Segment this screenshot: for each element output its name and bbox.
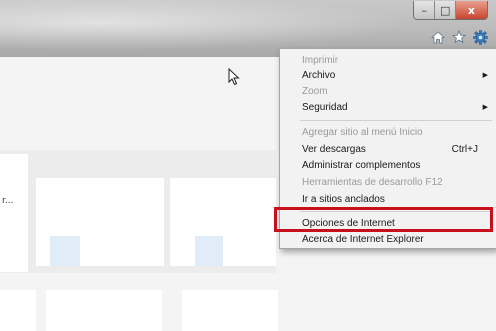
site-tile[interactable] <box>182 290 278 331</box>
site-tile-favicon <box>50 236 80 266</box>
star-icon[interactable] <box>451 29 467 45</box>
menu-item-file[interactable]: Archivo ▶ <box>302 68 488 83</box>
site-tile[interactable] <box>170 178 276 266</box>
close-button[interactable]: x <box>455 1 487 19</box>
site-tile[interactable] <box>46 290 162 331</box>
menu-item-security[interactable]: Seguridad ▶ <box>302 100 488 115</box>
site-tile[interactable] <box>0 290 36 331</box>
site-tile-caption: r... <box>2 196 14 206</box>
menu-item-label: Seguridad <box>302 102 348 113</box>
menu-item-label: Agregar sitio al menú Inicio <box>302 127 423 138</box>
browser-toolbar-icons <box>430 28 488 46</box>
maximize-button[interactable]: □ <box>435 1 456 19</box>
site-tile-favicon <box>195 236 223 266</box>
menu-item-label: Herramientas de desarrollo F12 <box>302 177 443 188</box>
menu-item-manage-addons[interactable]: Administrar complementos <box>302 158 488 173</box>
menu-separator <box>300 120 492 121</box>
menu-item-about-ie[interactable]: Acerca de Internet Explorer <box>302 232 488 247</box>
menu-item-label: Archivo <box>302 70 336 81</box>
menu-item-pinned-sites[interactable]: Ir a sitios anclados <box>302 192 488 207</box>
menu-item-zoom[interactable]: Zoom <box>302 84 488 99</box>
menu-item-label: Ver descargas <box>302 144 366 155</box>
home-icon[interactable] <box>430 29 446 45</box>
submenu-arrow-icon: ▶ <box>482 72 488 79</box>
mouse-cursor-icon <box>228 67 240 90</box>
menu-item-print[interactable]: Imprimir <box>302 53 488 68</box>
window-controls: – □ x <box>413 1 488 20</box>
submenu-arrow-icon: ▶ <box>482 104 488 111</box>
highlight-box <box>274 207 493 232</box>
menu-item-add-site-to-start[interactable]: Agregar sitio al menú Inicio <box>302 125 488 140</box>
menu-item-developer-tools[interactable]: Herramientas de desarrollo F12 <box>302 175 488 190</box>
minimize-button[interactable]: – <box>414 1 436 19</box>
menu-item-label: Administrar complementos <box>302 160 421 171</box>
menu-item-label: Acerca de Internet Explorer <box>302 234 424 245</box>
menu-item-label: Imprimir <box>302 55 339 66</box>
site-tile[interactable] <box>0 154 28 272</box>
menu-item-label: Ir a sitios anclados <box>302 194 385 205</box>
menu-item-shortcut: Ctrl+J <box>451 144 478 155</box>
menu-item-label: Zoom <box>302 86 328 97</box>
gear-icon[interactable] <box>472 29 488 45</box>
menu-item-view-downloads[interactable]: Ver descargas Ctrl+J <box>302 142 488 157</box>
